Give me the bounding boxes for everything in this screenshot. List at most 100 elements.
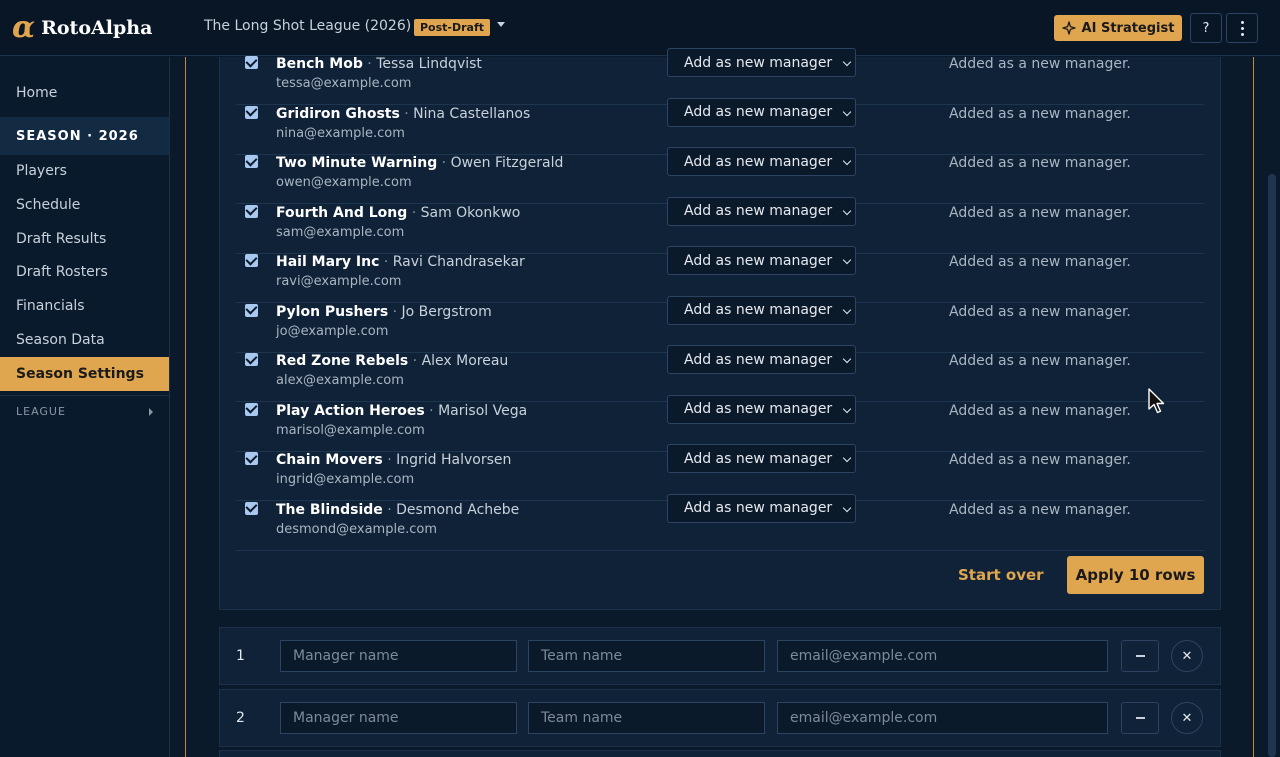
match-action-select[interactable]: Add as new manager: [667, 345, 856, 374]
manager-email: sam@example.com: [276, 224, 405, 240]
sidebar-item-season-data[interactable]: Season Data: [0, 323, 169, 357]
sidebar-item-players[interactable]: Players: [0, 154, 169, 188]
sparkle-icon: [1061, 21, 1076, 35]
email-input[interactable]: email@example.com: [777, 640, 1108, 672]
row-status-note: Added as a new manager.: [949, 105, 1131, 122]
match-action-select[interactable]: Add as new manager: [667, 394, 856, 424]
league-title[interactable]: The Long Shot League (2026): [204, 18, 411, 34]
brand-name: RotoAlpha: [41, 16, 153, 39]
row-status-note: Added as a new manager.: [949, 452, 1131, 468]
manager-entry-row: 1 Manager name Team name email@example.c…: [219, 627, 1221, 685]
include-row-checkbox[interactable]: [245, 254, 258, 267]
row-status-note: Added as a new manager.: [949, 56, 1131, 72]
minus-icon: [1135, 655, 1145, 657]
include-row-checkbox[interactable]: [245, 204, 258, 218]
manager-email: desmond@example.com: [276, 521, 437, 537]
manager-name: Owen Fitzgerald: [450, 155, 564, 171]
include-row-checkbox[interactable]: [245, 56, 258, 69]
sidebar-divider: [0, 395, 169, 396]
team-name: Fourth And Long · Sam Okonkwo: [276, 204, 521, 221]
remove-row-button[interactable]: ✕: [1171, 702, 1203, 734]
chevron-down-icon: [842, 156, 852, 166]
sidebar-item-draft-rosters[interactable]: Draft Rosters: [0, 255, 169, 289]
include-row-checkbox[interactable]: [245, 452, 258, 465]
entry-number: 1: [236, 648, 245, 664]
manager-email: nina@example.com: [276, 125, 405, 141]
manager-email: marisol@example.com: [276, 422, 425, 438]
row-status-note: Added as a new manager.: [949, 501, 1131, 518]
collapse-row-button[interactable]: [1121, 640, 1159, 672]
include-row-checkbox[interactable]: [245, 353, 258, 366]
match-action-select[interactable]: Add as new manager: [667, 147, 856, 176]
include-row-checkbox[interactable]: [245, 402, 258, 416]
manager-name: Tessa Lindqvist: [376, 56, 482, 72]
manager-entry-row: [219, 750, 1221, 757]
league-heading: LEAGUE: [16, 405, 66, 418]
email-input[interactable]: email@example.com: [777, 702, 1108, 734]
help-button[interactable]: ?: [1190, 13, 1222, 43]
collapse-row-button[interactable]: [1121, 702, 1159, 734]
sidebar-item-season-settings[interactable]: Season Settings: [0, 357, 169, 391]
manager-name-input[interactable]: Manager name: [280, 702, 517, 734]
row-status-note: Added as a new manager.: [949, 353, 1131, 369]
match-action-select[interactable]: Add as new manager: [667, 196, 856, 226]
manager-name: Desmond Achebe: [396, 501, 520, 518]
chevron-down-icon: [842, 57, 852, 67]
chevron-down-icon: [842, 206, 852, 215]
team-name: The Blindside · Desmond Achebe: [276, 501, 520, 518]
league-section-toggle[interactable]: LEAGUE: [16, 405, 153, 418]
ai-strategist-button[interactable]: AI Strategist: [1054, 15, 1182, 41]
manager-email: tessa@example.com: [276, 76, 412, 91]
sidebar: Home SEASON · 2026 Players Schedule Draf…: [0, 57, 170, 757]
chevron-down-icon: [842, 453, 852, 463]
team-name: Pylon Pushers · Jo Bergstrom: [276, 303, 492, 320]
include-row-checkbox[interactable]: [245, 105, 258, 119]
apply-rows-button[interactable]: Apply 10 rows: [1067, 556, 1204, 594]
manager-entry-row: 2 Manager name Team name email@example.c…: [219, 689, 1221, 747]
start-over-button[interactable]: Start over: [958, 566, 1044, 584]
more-menu-button[interactable]: [1226, 13, 1258, 43]
match-action-select[interactable]: Add as new manager: [667, 493, 856, 523]
include-row-checkbox[interactable]: [245, 155, 258, 168]
status-badge: Post-Draft: [414, 19, 491, 36]
sidebar-item-financials[interactable]: Financials: [0, 289, 169, 323]
ai-strategist-label: AI Strategist: [1081, 20, 1175, 36]
manager-email: alex@example.com: [276, 373, 404, 388]
manager-name: Jo Bergstrom: [401, 303, 492, 320]
import-row: The Blindside · Desmond Achebe desmond@ex…: [236, 493, 1204, 551]
sidebar-item-home[interactable]: Home: [0, 76, 169, 110]
sidebar-item-draft-results[interactable]: Draft Results: [0, 222, 169, 256]
manager-name: Nina Castellanos: [413, 105, 531, 122]
league-switcher-caret-icon[interactable]: [497, 22, 505, 27]
brand-logo[interactable]: α RotoAlpha: [0, 9, 190, 45]
team-name-input[interactable]: Team name: [528, 702, 765, 734]
manager-name: Alex Moreau: [421, 353, 509, 369]
sidebar-item-schedule[interactable]: Schedule: [0, 188, 169, 222]
chevron-down-icon: [842, 354, 852, 364]
row-status-note: Added as a new manager.: [949, 303, 1131, 320]
manager-name: Ravi Chandrasekar: [392, 254, 525, 270]
manager-name: Marisol Vega: [438, 402, 528, 419]
match-action-select[interactable]: Add as new manager: [667, 246, 856, 275]
include-row-checkbox[interactable]: [245, 303, 258, 317]
team-name-input[interactable]: Team name: [528, 640, 765, 672]
manager-name-input[interactable]: Manager name: [280, 640, 517, 672]
row-status-note: Added as a new manager.: [949, 254, 1131, 270]
match-action-select[interactable]: Add as new manager: [667, 295, 856, 325]
chevron-down-icon: [842, 305, 852, 314]
team-name: Red Zone Rebels · Alex Moreau: [276, 353, 509, 369]
expand-arrow-icon: [149, 407, 153, 416]
entry-number: 2: [236, 710, 245, 726]
include-row-checkbox[interactable]: [245, 501, 258, 515]
manager-email: jo@example.com: [276, 323, 389, 339]
manager-name: Sam Okonkwo: [420, 204, 521, 221]
match-action-select[interactable]: Add as new manager: [667, 444, 856, 473]
manager-email: ingrid@example.com: [276, 472, 415, 487]
page-scrollbar[interactable]: [1268, 174, 1276, 757]
season-heading: SEASON · 2026: [0, 117, 169, 155]
remove-row-button[interactable]: ✕: [1171, 640, 1203, 672]
match-action-select[interactable]: Add as new manager: [667, 97, 856, 127]
match-action-select[interactable]: Add as new manager: [667, 48, 856, 77]
row-status-note: Added as a new manager.: [949, 402, 1131, 419]
alpha-logo-icon: α: [12, 9, 36, 45]
